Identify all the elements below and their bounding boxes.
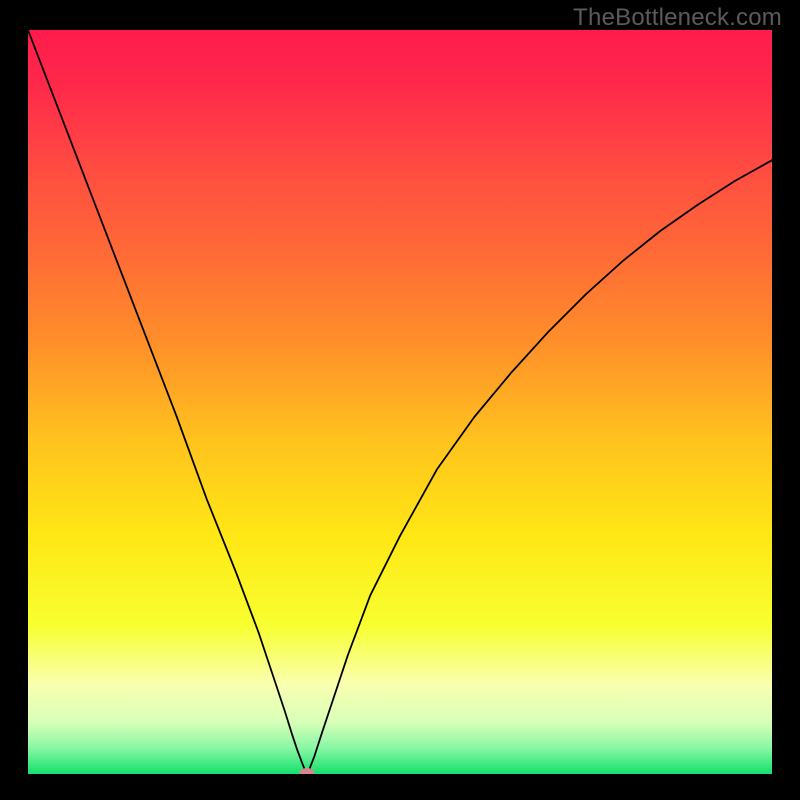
watermark-text: TheBottleneck.com — [573, 4, 782, 32]
plot-area — [28, 30, 772, 774]
chart-frame: TheBottleneck.com — [0, 0, 800, 800]
chart-svg — [28, 30, 772, 774]
gradient-background — [28, 30, 772, 774]
